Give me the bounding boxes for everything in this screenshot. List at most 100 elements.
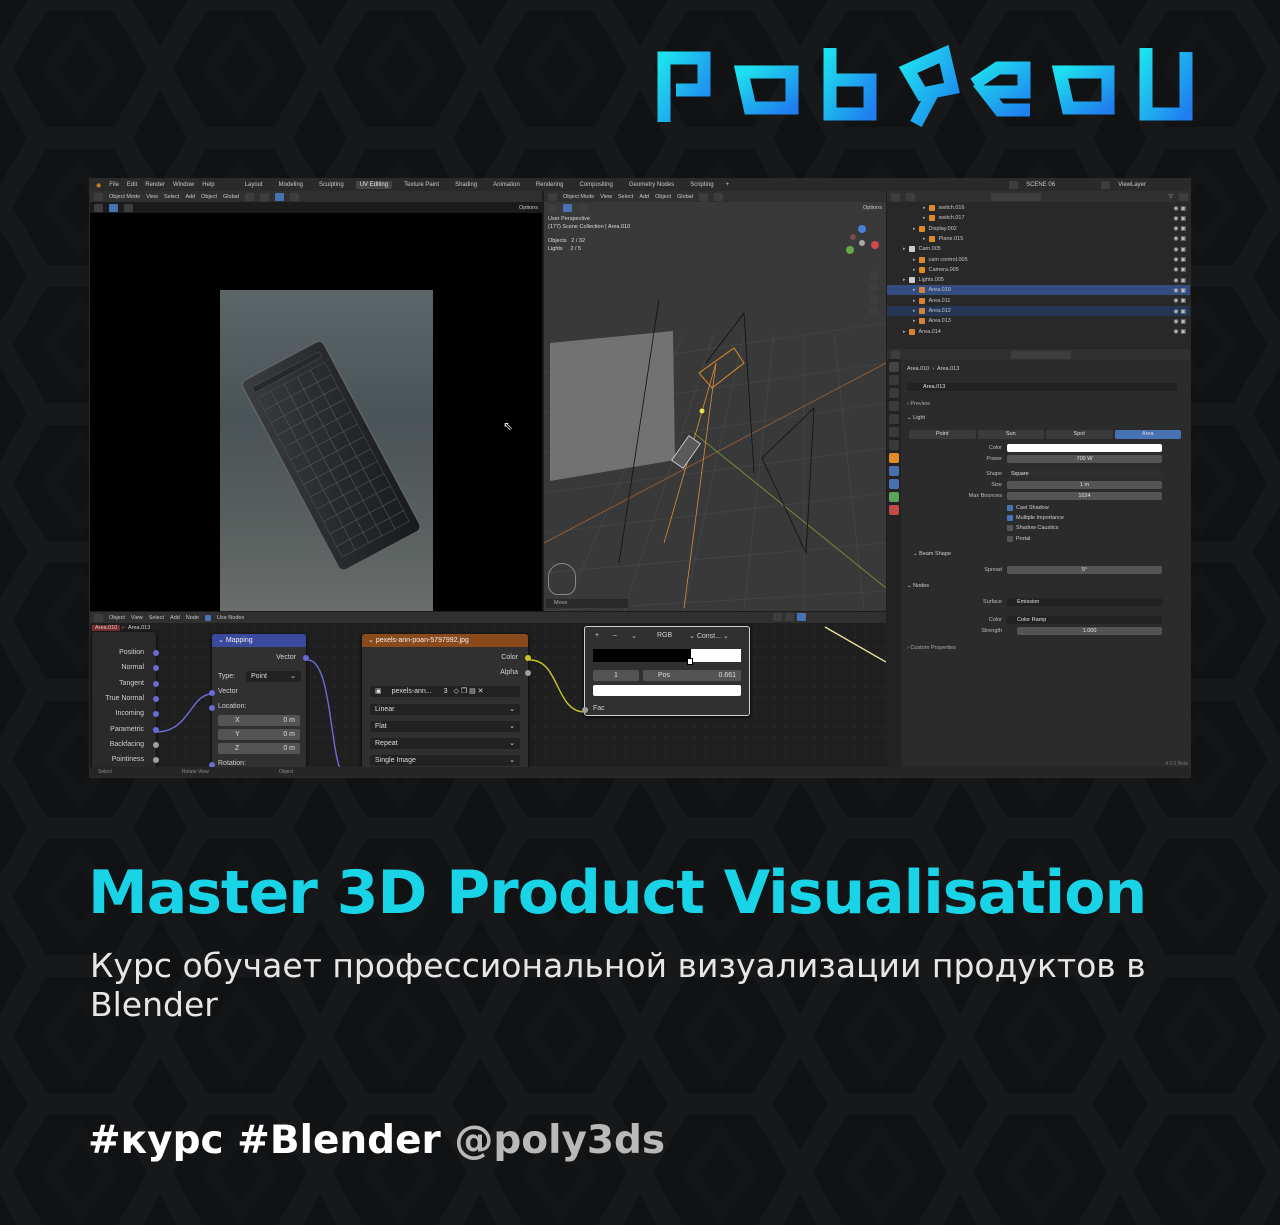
view-layer-tab-icon[interactable] [889,401,899,411]
extension-select[interactable]: Repeat ⌄ [370,738,520,749]
ramp-add-stop-button[interactable]: + [595,632,599,639]
node-color-field[interactable]: Color Ramp [1007,616,1162,624]
world-tab-icon[interactable] [889,427,899,437]
zoom-icon[interactable] [869,271,878,279]
snap-icon[interactable] [244,192,254,201]
visibility-icon[interactable]: ◉ ▣ [1173,225,1186,232]
outliner-row[interactable]: ▸ Cam.005 ◉ ▣ [887,244,1190,254]
texcoord-output-socket[interactable] [153,650,159,656]
ramp-color-mode[interactable]: RGB [657,632,672,639]
outliner-row[interactable]: ▸ Area.011 ◉ ▣ [887,296,1190,306]
visibility-icon[interactable]: ◉ ▣ [1173,277,1186,284]
ramp-pos-field[interactable]: Pos 0.661 [643,670,741,681]
view-layer-icon[interactable] [1101,181,1111,189]
fake-user-shield-icon[interactable]: ◇ [453,688,458,695]
interpolation-select[interactable]: Linear ⌄ [370,704,520,715]
surface-field[interactable]: Emission [1007,598,1162,606]
outliner-row[interactable]: ▸ Lights.005 ◉ ▣ [887,275,1190,285]
navigation-gizmo[interactable] [844,225,880,261]
spread-field[interactable]: 5° [1007,566,1162,574]
display-mode-icon[interactable] [906,192,915,201]
visibility-icon[interactable]: ◉ ▣ [1173,308,1186,315]
add-workspace-icon[interactable]: + [726,182,730,188]
tool-tab-icon[interactable] [889,362,899,372]
menu-select[interactable]: Select [164,194,179,200]
image-datablock-field[interactable]: ▣ pexels-ann... 3 ◇ ❐ ▤ ✕ [370,686,520,697]
ramp-interp-select[interactable]: ⌄ Const... ⌄ [689,632,729,640]
expand-arrow-icon[interactable]: ▸ [913,308,916,314]
texcoord-output-socket[interactable] [153,741,159,748]
tab-uv-editing[interactable]: UV Editing [355,181,393,189]
mapping-z-field[interactable]: Z 0 m [218,743,300,754]
menu-add[interactable]: Add [185,194,195,200]
light-type-area-button[interactable]: Area [1114,430,1181,439]
mapping-y-field[interactable]: Y 0 m [218,729,300,740]
visibility-icon[interactable]: ◉ ▣ [1173,256,1186,263]
light-type-point-button[interactable]: Point [909,430,976,439]
shape-select[interactable]: Square [1007,470,1162,478]
multiple-importance-checkbox[interactable] [1007,515,1013,521]
menu-add-2[interactable]: Add [639,194,649,200]
section-beam-shape[interactable]: ⌄ Beam Shape [913,551,951,557]
object-tab-icon[interactable] [889,453,899,463]
ramp-remove-stop-button[interactable]: – [613,632,617,639]
select-tool-icon-2[interactable] [548,203,557,212]
select-box-icon-2[interactable] [563,203,572,212]
editor-type-icon-2[interactable] [548,192,557,201]
mapping-node[interactable]: ⌄ Mapping Vector Type: Point ⌄ Vector Lo… [209,634,309,769]
menu-object-2[interactable]: Object [655,194,671,200]
node-editor[interactable]: Object View Select Add Node Use Nodes Ar… [90,612,886,769]
options-button[interactable]: Options [519,205,538,211]
section-custom-properties[interactable]: › Custom Properties [907,645,956,651]
tab-modeling[interactable]: Modeling [275,181,307,189]
texcoord-output-socket[interactable] [153,695,159,702]
view-layer-name[interactable]: ViewLayer [1118,182,1146,188]
menu-file[interactable]: File [109,182,119,188]
expand-arrow-icon[interactable]: ▸ [923,236,926,242]
source-select[interactable]: Single Image ⌄ [370,755,520,766]
snap-icon-2[interactable] [698,192,708,201]
select-tool-icon[interactable] [94,203,103,212]
node-overlay-icon[interactable] [797,613,806,621]
node-snap-icon[interactable] [785,613,794,621]
orientation-select[interactable]: Global [223,194,239,200]
right-viewport-3d[interactable]: User Perspective (177) Scene Collection … [544,213,886,611]
menu-window[interactable]: Window [173,182,194,188]
menu-view-2[interactable]: View [600,194,612,200]
tab-sculpting[interactable]: Sculpting [315,181,348,189]
color-ramp-node[interactable]: + – ⌄ RGB ⌄ Const... ⌄ 1 Pos 0.661 Fac [582,626,750,716]
node-pin-icon[interactable] [773,613,782,621]
section-preview[interactable]: › Preview [907,401,930,407]
size-field[interactable]: 1 m [1007,481,1162,489]
blender-logo-icon[interactable]: ◉ [96,182,101,189]
visibility-icon[interactable]: ◉ ▣ [1173,246,1186,253]
ortho-toggle-icon[interactable] [869,307,878,315]
mapping-type-select[interactable]: Point ⌄ [246,671,301,682]
menu-object[interactable]: Object [201,194,217,200]
texture-coordinate-node[interactable]: Position Normal Tangent True Normal Incoming… [92,632,159,769]
options-button-2[interactable]: Options [863,205,882,211]
image-alpha-output-socket[interactable] [525,670,531,676]
mapping-x-field[interactable]: X 0 m [218,715,300,726]
shading-render-icon[interactable] [289,192,299,201]
shadow-caustics-checkbox[interactable] [1007,525,1013,531]
expand-arrow-icon[interactable]: ▸ [913,257,916,263]
expand-arrow-icon[interactable]: ▸ [923,215,926,221]
tab-scripting[interactable]: Scripting [686,181,717,189]
editor-type-icon[interactable] [94,192,103,201]
visibility-icon[interactable]: ◉ ▣ [1173,205,1186,212]
expand-arrow-icon[interactable]: ▸ [903,246,906,252]
outliner-editor-icon[interactable] [891,192,900,201]
light-type-sun-button[interactable]: Sun [977,430,1044,439]
modifier-tab-icon[interactable] [889,466,899,476]
camera-view-icon[interactable] [869,295,878,303]
outliner-search-input[interactable] [991,192,1041,201]
expand-arrow-icon[interactable]: ▸ [903,329,906,335]
visibility-icon[interactable]: ◉ ▣ [1173,318,1186,325]
expand-arrow-icon[interactable]: ▸ [913,287,916,293]
texcoord-output-socket[interactable] [153,680,159,687]
new-collection-icon[interactable] [1179,192,1188,201]
left-viewport-render[interactable]: ⇖ [90,213,542,611]
folder-icon[interactable]: ▤ [469,688,476,695]
projection-select[interactable]: Flat ⌄ [370,721,520,732]
